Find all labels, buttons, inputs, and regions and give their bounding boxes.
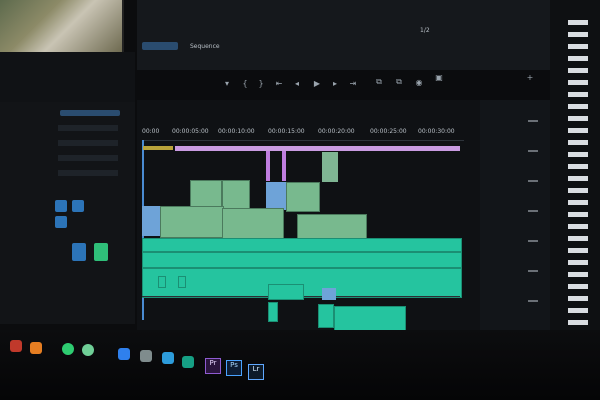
timecode-4: 00:00:20:00 [318, 128, 355, 135]
audio-clip-small-2[interactable] [178, 276, 186, 288]
dock-icon-blue[interactable] [118, 348, 130, 360]
go-to-in-icon[interactable]: ⇤ [274, 78, 284, 88]
audio-meter-dash [528, 270, 538, 272]
add-button-icon[interactable]: + [525, 72, 535, 82]
dock-app-ps[interactable]: Ps [226, 360, 242, 376]
timecode-6: 00:00:30:00 [418, 128, 455, 135]
dock-app-lr[interactable]: Lr [248, 364, 264, 380]
dock-app-pr[interactable]: Pr [205, 358, 221, 374]
compare-icon[interactable]: ▣ [432, 70, 446, 84]
a2-audio-clip[interactable] [142, 252, 462, 268]
timecode-5: 00:00:25:00 [370, 128, 407, 135]
audio-clip-small-1[interactable] [158, 276, 166, 288]
dock-icon-cyan[interactable] [162, 352, 174, 364]
panel-toggle-3[interactable] [72, 200, 84, 212]
export-frame-icon[interactable]: ◉ [412, 76, 426, 88]
timecode-0: 00:00 [142, 128, 160, 135]
v3-connector-2[interactable] [282, 151, 286, 181]
left-panel-row [58, 170, 118, 176]
dock-icon-gray[interactable] [140, 350, 152, 362]
audio-meter-dash [528, 150, 538, 152]
panel-toggle-5[interactable] [94, 243, 108, 261]
audio-meter-dash [528, 210, 538, 212]
source-panel [0, 52, 135, 102]
audio-meter-dash [528, 240, 538, 242]
panel-toggle-1[interactable] [55, 200, 67, 212]
overwrite-icon[interactable]: ⧉ [392, 76, 406, 88]
audio-clip-small-5[interactable] [322, 288, 336, 300]
audio-clip-small-3[interactable] [268, 284, 304, 300]
v2-clip-2[interactable] [222, 180, 250, 210]
sequence-tab[interactable] [142, 42, 178, 50]
audio-meter-dash [528, 120, 538, 122]
dock-icon-teal[interactable] [182, 356, 194, 368]
mark-in-icon[interactable]: ▾ [222, 78, 232, 88]
panel-toggle-4[interactable] [72, 243, 86, 261]
dock-icon-green[interactable] [62, 343, 74, 355]
audio-meter-dash [528, 300, 538, 302]
panel-toggle-2[interactable] [55, 216, 67, 228]
left-panel-row [58, 140, 118, 146]
zoom-level: 1/2 [420, 27, 430, 34]
v1-clip-2[interactable] [160, 206, 224, 238]
audio-clip-small-6[interactable] [318, 304, 334, 328]
dock-app-ps-label: Ps [230, 361, 238, 369]
v2-clip-3[interactable] [266, 182, 288, 210]
top-toolbar [137, 0, 600, 70]
dock-icon-red[interactable] [10, 340, 22, 352]
step-forward-icon[interactable]: ▸ [330, 78, 340, 88]
adjustment-layer-bar[interactable] [175, 146, 460, 151]
a1-audio-clip[interactable] [142, 238, 462, 252]
dock-icon-lightgreen[interactable] [82, 344, 94, 356]
v3-clip-right[interactable] [322, 152, 338, 182]
v3-connector-1[interactable] [266, 151, 270, 181]
timecode-1: 00:00:05:00 [172, 128, 209, 135]
audio-meters-panel [480, 100, 550, 360]
source-monitor-thumbnail [0, 0, 124, 52]
audio-meter-dash [528, 180, 538, 182]
left-panel-label [60, 110, 120, 116]
v1-clip-1[interactable] [142, 206, 160, 236]
play-icon[interactable]: ▶ [312, 78, 322, 88]
left-panel-row [58, 155, 118, 161]
dock-app-lr-label: Lr [252, 365, 260, 373]
dock-app-pr-label: Pr [209, 359, 217, 367]
left-panel-row [58, 125, 118, 131]
work-area-bar[interactable] [143, 146, 173, 150]
timecode-3: 00:00:15:00 [268, 128, 305, 135]
go-to-out-icon[interactable]: ⇥ [348, 78, 358, 88]
step-back-icon[interactable]: ◂ [292, 78, 302, 88]
v1-clip-3[interactable] [222, 208, 284, 240]
bottom-dock [0, 330, 600, 400]
left-panel [0, 102, 135, 324]
v2-clip-4[interactable] [286, 182, 320, 212]
dock-icon-orange[interactable] [30, 342, 42, 354]
sequence-tab-label: Sequence [190, 43, 220, 50]
timecode-2: 00:00:10:00 [218, 128, 255, 135]
insert-icon[interactable]: ⧉ [372, 76, 386, 88]
mark-out-bracket-icon[interactable]: } [256, 78, 266, 88]
mark-in-bracket-icon[interactable]: { [240, 78, 250, 88]
audio-clip-small-4[interactable] [268, 302, 278, 322]
